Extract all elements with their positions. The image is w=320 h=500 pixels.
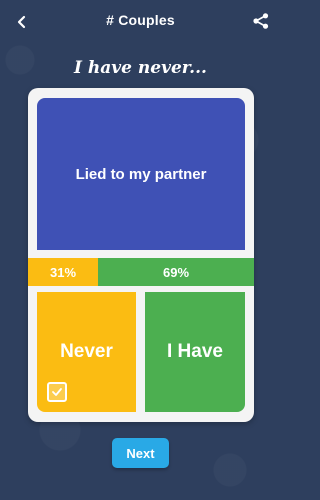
i-have-button[interactable]: I Have (145, 292, 245, 412)
share-icon (253, 13, 269, 29)
top-bar: # Couples (0, 0, 281, 42)
question-card: Lied to my partner 31% 69% Never I Have (28, 88, 254, 422)
i-have-label: I Have (167, 341, 223, 362)
never-label: Never (60, 341, 113, 362)
never-button[interactable]: Never (37, 292, 136, 412)
game-prompt: I have never... (74, 58, 207, 78)
result-bar: 31% 69% (28, 258, 254, 286)
page-title: # Couples (106, 12, 175, 28)
selected-checkbox (47, 382, 67, 402)
question-panel: Lied to my partner (37, 98, 245, 250)
share-button[interactable] (249, 9, 273, 33)
have-percent: 69% (98, 258, 254, 286)
check-icon (52, 388, 62, 396)
next-button[interactable]: Next (112, 438, 169, 468)
never-percent: 31% (28, 258, 99, 286)
question-text: Lied to my partner (75, 165, 207, 183)
